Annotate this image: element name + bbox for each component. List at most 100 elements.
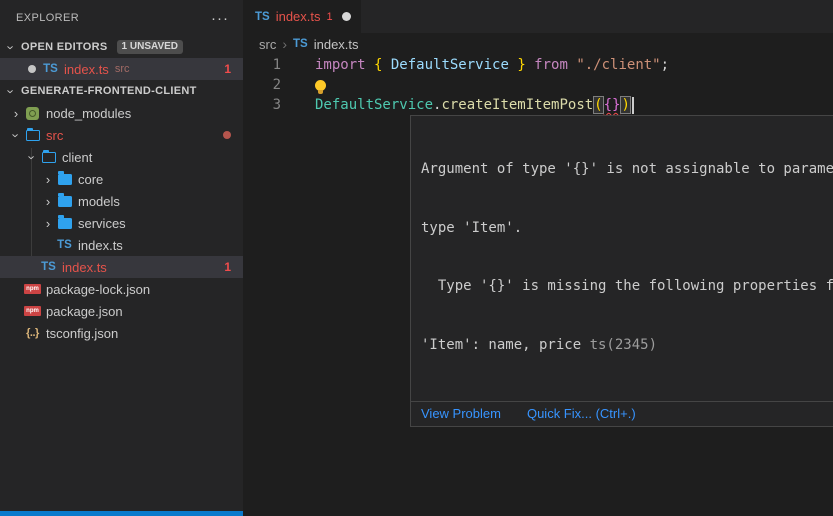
folder-open-icon — [42, 152, 56, 163]
line-number: 1 — [243, 57, 281, 73]
code-editor[interactable]: 1 import { DefaultService } from "./clie… — [243, 55, 833, 115]
tree-item-models[interactable]: › models — [0, 190, 243, 212]
lightbulb-icon[interactable] — [315, 80, 326, 91]
tree-item-label: tsconfig.json — [46, 326, 118, 341]
tree-item-package-lock-json[interactable]: npm package-lock.json — [0, 278, 243, 300]
folder-icon — [58, 174, 72, 185]
chevron-down-icon: › — [5, 83, 18, 99]
dot-operator: . — [433, 97, 441, 113]
import-identifier: DefaultService — [382, 57, 517, 73]
open-editors-section-header[interactable]: › OPEN EDITORS 1 UNSAVED — [0, 36, 243, 58]
breadcrumb-folder[interactable]: src — [259, 37, 276, 52]
error-hover-tooltip: Argument of type '{}' is not assignable … — [410, 115, 833, 427]
tree-item-node-modules[interactable]: › node_modules — [0, 102, 243, 124]
tooltip-actions: View Problem Quick Fix... (Ctrl+.) — [411, 401, 833, 426]
class-identifier: DefaultService — [315, 97, 433, 113]
line-number: 2 — [243, 77, 281, 93]
chevron-down-icon: › — [10, 127, 23, 143]
tree-item-label: index.ts — [78, 238, 123, 253]
tree-item-label: services — [78, 216, 126, 231]
close-brace: } — [517, 57, 525, 73]
typescript-file-icon: TS — [43, 63, 58, 75]
workspace-name: GENERATE-FRONTEND-CLIENT — [21, 85, 197, 97]
tree-item-tsconfig-json[interactable]: {..} tsconfig.json — [0, 322, 243, 344]
unsaved-count-badge: 1 UNSAVED — [117, 40, 184, 54]
tree-item-label: node_modules — [46, 106, 131, 121]
editor-area: TS index.ts 1 src › TS index.ts 1 import… — [243, 0, 833, 516]
ts-error-code: ts(2345) — [590, 337, 657, 353]
error-count-badge: 1 — [224, 260, 231, 274]
breadcrumb-file[interactable]: index.ts — [314, 37, 359, 52]
sidebar-progress-bar — [0, 511, 243, 516]
folder-open-icon — [26, 130, 40, 141]
method-name: createItemItemPost — [441, 97, 593, 113]
tree-item-services[interactable]: › services — [0, 212, 243, 234]
folder-icon — [58, 218, 72, 229]
tree-item-package-json[interactable]: npm package.json — [0, 300, 243, 322]
tree-item-label: models — [78, 194, 120, 209]
error-line: type 'Item'. — [421, 219, 833, 239]
tree-item-client[interactable]: › client — [0, 146, 243, 168]
tree-item-label: core — [78, 172, 103, 187]
tree-item-src[interactable]: › src — [0, 124, 243, 146]
open-paren-bracket-match: ( — [593, 96, 603, 114]
view-problem-link[interactable]: View Problem — [421, 406, 501, 421]
tree-item-label: src — [46, 128, 63, 143]
code-line-1: 1 import { DefaultService } from "./clie… — [243, 55, 833, 75]
typescript-file-icon: TS — [57, 239, 72, 251]
tree-item-label: package.json — [46, 304, 123, 319]
error-line: Type '{}' is missing the following prope… — [421, 277, 833, 297]
json-braces-icon: {..} — [26, 327, 39, 339]
tab-title: index.ts — [276, 9, 321, 24]
code-line-2: 2 — [243, 75, 833, 95]
chevron-down-icon: › — [26, 149, 39, 165]
tree-item-label: index.ts — [62, 260, 107, 275]
keyword-import: import — [315, 57, 374, 73]
chevron-right-icon: › — [40, 173, 56, 186]
keyword-from: from — [526, 57, 577, 73]
open-brace: { — [374, 57, 382, 73]
tree-item-label: package-lock.json — [46, 282, 150, 297]
code-line-3: 3 DefaultService.createItemItemPost({}) — [243, 95, 833, 115]
typescript-file-icon: TS — [255, 11, 270, 23]
more-actions-icon[interactable]: ··· — [211, 10, 229, 27]
typescript-file-icon: TS — [293, 38, 308, 50]
module-string: "./client" — [576, 57, 660, 73]
explorer-sidebar: EXPLORER ··· › OPEN EDITORS 1 UNSAVED TS… — [0, 0, 243, 516]
line-number: 3 — [243, 97, 281, 113]
error-line: Argument of type '{}' is not assignable … — [421, 160, 833, 180]
npm-file-icon: npm — [24, 284, 41, 294]
modified-dot-icon — [223, 131, 231, 139]
text-cursor — [632, 97, 634, 114]
chevron-right-icon: › — [8, 107, 24, 120]
open-editor-folder-hint: src — [115, 63, 130, 75]
breadcrumb[interactable]: src › TS index.ts — [243, 33, 833, 55]
empty-object-arg-error: {} — [604, 97, 621, 113]
tree-item-client-index-ts[interactable]: TS index.ts — [0, 234, 243, 256]
tab-error-count: 1 — [327, 11, 333, 23]
tree-item-core[interactable]: › core — [0, 168, 243, 190]
unsaved-dot-icon[interactable] — [342, 12, 351, 21]
typescript-file-icon: TS — [41, 261, 56, 273]
sidebar-header: EXPLORER ··· — [0, 0, 243, 36]
close-paren-bracket-match: ) — [620, 96, 630, 114]
open-editor-item-index-ts[interactable]: TS index.ts src 1 — [0, 58, 243, 80]
open-editors-label: OPEN EDITORS — [21, 41, 108, 53]
quick-fix-link[interactable]: Quick Fix... (Ctrl+.) — [527, 406, 636, 421]
tab-index-ts[interactable]: TS index.ts 1 — [243, 0, 361, 33]
chevron-right-icon: › — [40, 195, 56, 208]
tree-item-label: client — [62, 150, 92, 165]
error-count-badge: 1 — [224, 62, 231, 76]
node-modules-folder-icon — [26, 107, 39, 120]
chevron-right-icon: › — [282, 36, 287, 52]
chevron-right-icon: › — [40, 217, 56, 230]
folder-icon — [58, 196, 72, 207]
tree-item-src-index-ts[interactable]: TS index.ts 1 — [0, 256, 243, 278]
workspace-section-header[interactable]: › GENERATE-FRONTEND-CLIENT — [0, 80, 243, 102]
error-line: 'Item': name, price ts(2345) — [421, 336, 833, 356]
unsaved-dot-icon[interactable] — [28, 65, 36, 73]
error-message: Argument of type '{}' is not assignable … — [411, 116, 833, 401]
semicolon: ; — [661, 57, 669, 73]
explorer-title: EXPLORER — [16, 12, 79, 24]
tab-bar: TS index.ts 1 — [243, 0, 833, 33]
